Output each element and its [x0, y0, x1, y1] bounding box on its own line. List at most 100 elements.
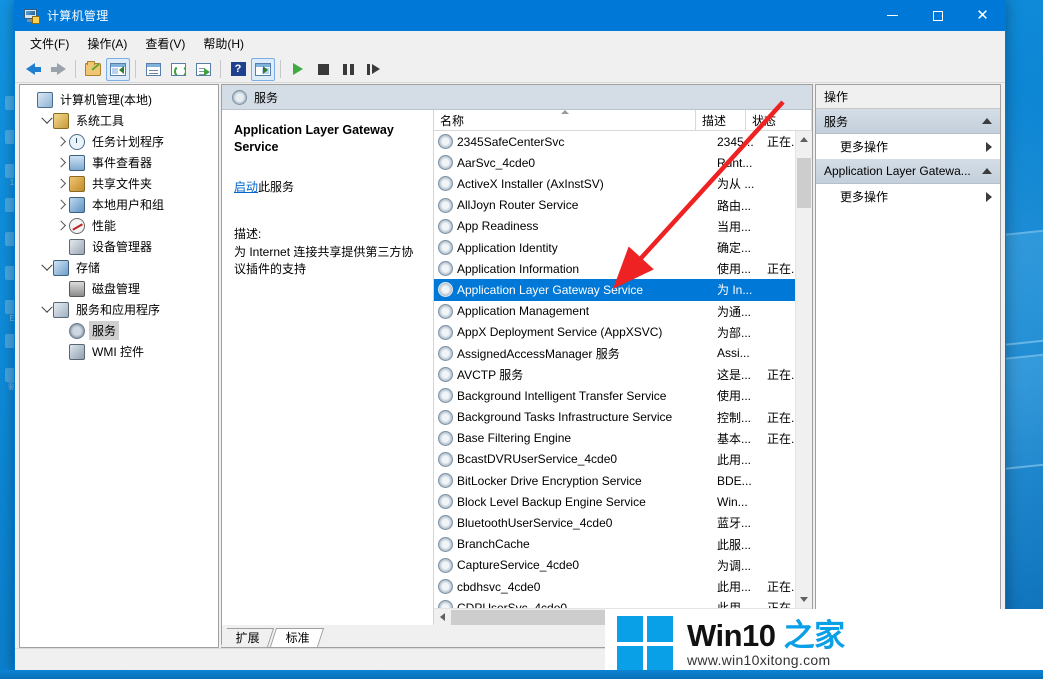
forward-button[interactable] [46, 58, 70, 81]
menu-help[interactable]: 帮助(H) [194, 32, 253, 55]
service-gear-icon [438, 240, 453, 256]
chevron-right-icon[interactable] [56, 177, 69, 190]
menu-action[interactable]: 操作(A) [78, 32, 136, 55]
service-row[interactable]: cbdhsvc_4cde0 此用... 正在... [434, 576, 795, 597]
maximize-button[interactable] [915, 0, 960, 31]
service-row[interactable]: Background Intelligent Transfer Service 使… [434, 385, 795, 406]
service-row[interactable]: BranchCache 此服... [434, 534, 795, 555]
tab-extended[interactable]: 扩展 [220, 628, 275, 647]
window-titlebar[interactable]: 计算机管理 ✕ [15, 0, 1005, 31]
tree-shared-folders[interactable]: 共享文件夹 [20, 173, 218, 194]
chevron-right-icon[interactable] [56, 135, 69, 148]
start-service-suffix: 此服务 [258, 179, 295, 194]
services-list-scroll-area: 2345SafeCenterSvc 2345... 正在... AarSvc_4cde… [434, 131, 812, 608]
column-header-name[interactable]: 名称 [434, 110, 696, 131]
service-row[interactable]: Application Layer Gateway Service 为 In... [434, 279, 795, 301]
vertical-scrollbar[interactable] [795, 131, 812, 608]
tree-system-tools[interactable]: 系统工具 [20, 110, 218, 131]
start-service-button[interactable] [286, 58, 310, 81]
start-service-link[interactable]: 启动 [234, 180, 258, 194]
service-row[interactable]: 2345SafeCenterSvc 2345... 正在... [434, 131, 795, 152]
scroll-up-button[interactable] [796, 131, 812, 148]
action-more-actions-services[interactable]: 更多操作 [816, 134, 1000, 159]
service-row[interactable]: App Readiness 当用... [434, 216, 795, 237]
service-gear-icon [438, 451, 453, 467]
actions-group-services[interactable]: 服务 [816, 109, 1000, 134]
service-gear-icon [438, 579, 453, 595]
scroll-left-button[interactable] [434, 609, 451, 626]
service-description: 使用... [717, 262, 752, 277]
tree-device-manager[interactable]: 设备管理器 [20, 236, 218, 257]
minimize-button[interactable] [870, 0, 915, 31]
column-header-status[interactable]: 状态 [746, 110, 812, 131]
tree-performance[interactable]: 性能 [20, 215, 218, 236]
export-list-button[interactable] [191, 58, 215, 81]
service-description-text: 为 Internet 连接共享提供第三方协议插件的支持 [234, 244, 414, 277]
service-row[interactable]: Block Level Backup Engine Service Win... [434, 491, 795, 512]
chevron-right-icon[interactable] [56, 156, 69, 169]
tab-standard[interactable]: 标准 [269, 628, 325, 647]
service-row[interactable]: Application Information 使用... 正在... [434, 258, 795, 279]
play-icon [293, 63, 303, 75]
column-header-description[interactable]: 描述 [696, 110, 746, 131]
service-row[interactable]: CDPUserSvc_4cde0 此用...正在... [434, 597, 795, 608]
service-row[interactable]: AssignedAccessManager 服务 Assi... [434, 343, 795, 364]
service-gear-icon [438, 261, 453, 277]
service-gear-icon [438, 282, 453, 298]
scroll-down-button[interactable] [796, 591, 812, 608]
chevron-right-icon[interactable] [56, 198, 69, 211]
view-pane-button[interactable] [251, 57, 275, 81]
tree-local-users-and-groups[interactable]: 本地用户和组 [20, 194, 218, 215]
service-row[interactable]: ActiveX Installer (AxInstSV) 为从 ... [434, 173, 795, 194]
stop-service-button[interactable] [311, 58, 335, 81]
chevron-down-icon[interactable] [40, 114, 53, 127]
vertical-scrollbar-track[interactable] [796, 148, 812, 591]
gear-icon [232, 89, 247, 105]
service-row[interactable]: Application Management 为通... [434, 301, 795, 322]
vertical-scrollbar-thumb[interactable] [797, 158, 811, 208]
tree-item-label: 事件查看器 [92, 156, 153, 170]
service-row[interactable]: BluetoothUserService_4cde0 蓝牙... [434, 512, 795, 533]
service-row[interactable]: AppX Deployment Service (AppXSVC) 为部... [434, 322, 795, 343]
menu-file[interactable]: 文件(F) [21, 32, 78, 55]
service-row[interactable]: BitLocker Drive Encryption Service BDE... [434, 470, 795, 491]
service-gear-icon [438, 388, 453, 404]
up-one-level-button[interactable] [81, 58, 105, 81]
tree-wmi-control[interactable]: WMI 控件 [20, 341, 218, 362]
pause-service-button[interactable] [336, 58, 360, 81]
taskbar[interactable] [0, 670, 1043, 679]
tree-services-and-applications[interactable]: 服务和应用程序 [20, 299, 218, 320]
help-button[interactable]: ? [226, 58, 250, 81]
service-row[interactable]: Base Filtering Engine 基本... 正在... [434, 428, 795, 449]
close-button[interactable]: ✕ [960, 0, 1005, 31]
properties-button[interactable] [141, 58, 165, 81]
show-hide-console-tree-button[interactable] [106, 57, 130, 81]
tree-services[interactable]: 服务 [20, 320, 218, 341]
pause-icon [342, 63, 354, 75]
tree-disk-management[interactable]: 磁盘管理 [20, 278, 218, 299]
menu-view[interactable]: 查看(V) [136, 32, 194, 55]
tree-storage[interactable]: 存储 [20, 257, 218, 278]
service-row[interactable]: AarSvc_4cde0 Runt... [434, 152, 795, 173]
resume-service-button[interactable] [361, 58, 385, 81]
chevron-down-icon[interactable] [40, 261, 53, 274]
refresh-button[interactable] [166, 58, 190, 81]
users-icon [69, 196, 85, 213]
service-row[interactable]: CaptureService_4cde0 为调... [434, 555, 795, 576]
actions-group-selected-service[interactable]: Application Layer Gatewa... [816, 159, 1000, 184]
chevron-down-icon[interactable] [40, 303, 53, 316]
tree-event-viewer[interactable]: 事件查看器 [20, 152, 218, 173]
action-more-actions-selected[interactable]: 更多操作 [816, 184, 1000, 209]
service-row[interactable]: AVCTP 服务 这是... 正在... [434, 364, 795, 385]
service-row[interactable]: AllJoyn Router Service 路由... [434, 195, 795, 216]
tree-computer-management-local[interactable]: 计算机管理(本地) [20, 89, 218, 110]
service-row[interactable]: Application Identity 确定... [434, 237, 795, 258]
service-row[interactable]: BcastDVRUserService_4cde0 此用... [434, 449, 795, 470]
stop-icon [317, 63, 329, 75]
service-row[interactable]: Background Tasks Infrastructure Service 控… [434, 406, 795, 427]
refresh-icon [170, 62, 186, 76]
back-button[interactable] [21, 58, 45, 81]
chevron-right-icon[interactable] [56, 219, 69, 232]
tree-task-scheduler[interactable]: 任务计划程序 [20, 131, 218, 152]
service-name: BcastDVRUserService_4cde0 [457, 452, 618, 467]
